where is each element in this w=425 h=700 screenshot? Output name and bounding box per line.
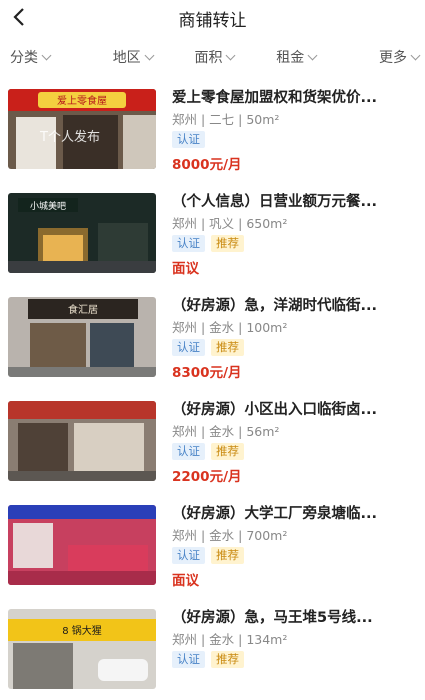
filter-label: 面积 xyxy=(194,50,223,66)
cert-badge: 认证 xyxy=(172,547,205,564)
chevron-down-icon xyxy=(410,50,421,60)
listing-photo xyxy=(8,401,156,481)
cert-badge: 认证 xyxy=(172,131,205,148)
cert-badge: 认证 xyxy=(172,651,205,668)
listing-meta: 郑州 | 金水 | 100m² xyxy=(172,320,288,335)
listing-photo xyxy=(8,505,156,585)
recommend-badge: 推荐 xyxy=(211,443,244,460)
listing-price: 2200元/月 xyxy=(172,469,242,485)
listing-photo: 小城美吧 xyxy=(8,193,156,273)
shop-sign-text: 爱上零食屋 xyxy=(57,94,107,107)
filter-label: 租金 xyxy=(276,50,305,66)
shop-sign-text: 小城美吧 xyxy=(30,200,66,212)
chevron-down-icon xyxy=(41,50,52,60)
recommend-badge: 推荐 xyxy=(211,235,244,252)
listing-price: 8000元/月 xyxy=(172,157,242,173)
listing-meta: 郑州 | 金水 | 700m² xyxy=(172,528,288,543)
chevron-down-icon xyxy=(144,50,155,60)
listing-title: （好房源）大学工厂旁泉塘临... xyxy=(172,506,378,522)
listing-photo: 8 锅大猩 xyxy=(8,609,156,689)
filter-more[interactable]: 更多 xyxy=(337,47,421,67)
list-item[interactable]: 食汇居 （好房源）急，洋湖时代临街... 郑州 | 金水 | 100m² 认证 … xyxy=(0,284,425,388)
filter-label: 地区 xyxy=(112,50,141,66)
cert-badge: 认证 xyxy=(172,339,205,356)
list-item[interactable]: （好房源）小区出入口临街卤... 郑州 | 金水 | 56m² 认证 推荐 22… xyxy=(0,388,425,492)
chevron-down-icon xyxy=(226,50,236,60)
top-bar: 商铺转让 xyxy=(0,0,425,38)
filter-rent[interactable]: 租金 xyxy=(255,47,337,67)
listing-meta: 郑州 | 二七 | 50m² xyxy=(172,112,280,127)
filter-area[interactable]: 面积 xyxy=(174,47,256,67)
listing-title: （好房源）急，洋湖时代临街... xyxy=(172,298,378,314)
listing-meta: 郑州 | 巩义 | 650m² xyxy=(172,216,288,231)
filter-region[interactable]: 地区 xyxy=(92,47,174,67)
shop-sign-text: 食汇居 xyxy=(68,303,98,316)
list-item[interactable]: 爱上零食屋 T个人发布 爱上零食屋加盟权和货架优价... 郑州 | 二七 | 5… xyxy=(0,76,425,180)
cert-badge: 认证 xyxy=(172,235,205,252)
listing-meta: 郑州 | 金水 | 56m² xyxy=(172,424,280,439)
list-item[interactable]: 小城美吧 （个人信息）日营业额万元餐... 郑州 | 巩义 | 650m² 认证… xyxy=(0,180,425,284)
recommend-badge: 推荐 xyxy=(211,651,244,668)
listing-title: 爱上零食屋加盟权和货架优价... xyxy=(172,90,378,106)
listing-price: 8300元/月 xyxy=(172,365,242,381)
listing-list: 爱上零食屋 T个人发布 爱上零食屋加盟权和货架优价... 郑州 | 二七 | 5… xyxy=(0,76,425,700)
listing-photo: 爱上零食屋 T个人发布 xyxy=(8,89,156,169)
chevron-down-icon xyxy=(307,50,318,60)
filter-category[interactable]: 分类 xyxy=(10,47,92,67)
list-item[interactable]: （好房源）大学工厂旁泉塘临... 郑州 | 金水 | 700m² 认证 推荐 面… xyxy=(0,492,425,596)
watermark-text: T个人发布 xyxy=(39,129,100,145)
cert-badge: 认证 xyxy=(172,443,205,460)
shop-sign-text: 8 锅大猩 xyxy=(62,624,102,637)
list-item[interactable]: 8 锅大猩 （好房源）急，马王堆5号线... 郑州 | 金水 | 134m² 认… xyxy=(0,596,425,700)
listing-photo: 食汇居 xyxy=(8,297,156,377)
listing-price: 面议 xyxy=(172,261,199,277)
filter-label: 分类 xyxy=(10,50,38,66)
page-title: 商铺转让 xyxy=(178,11,247,31)
listing-title: （好房源）小区出入口临街卤... xyxy=(172,402,378,418)
listing-title: （个人信息）日营业额万元餐... xyxy=(172,194,378,210)
filter-label: 更多 xyxy=(378,50,407,66)
listing-meta: 郑州 | 金水 | 134m² xyxy=(172,632,288,647)
recommend-badge: 推荐 xyxy=(211,339,244,356)
recommend-badge: 推荐 xyxy=(211,547,244,564)
filter-bar: 分类 地区 面积 租金 更多 xyxy=(0,38,425,76)
listing-title: （好房源）急，马王堆5号线... xyxy=(172,610,373,626)
listing-price: 面议 xyxy=(172,573,199,589)
